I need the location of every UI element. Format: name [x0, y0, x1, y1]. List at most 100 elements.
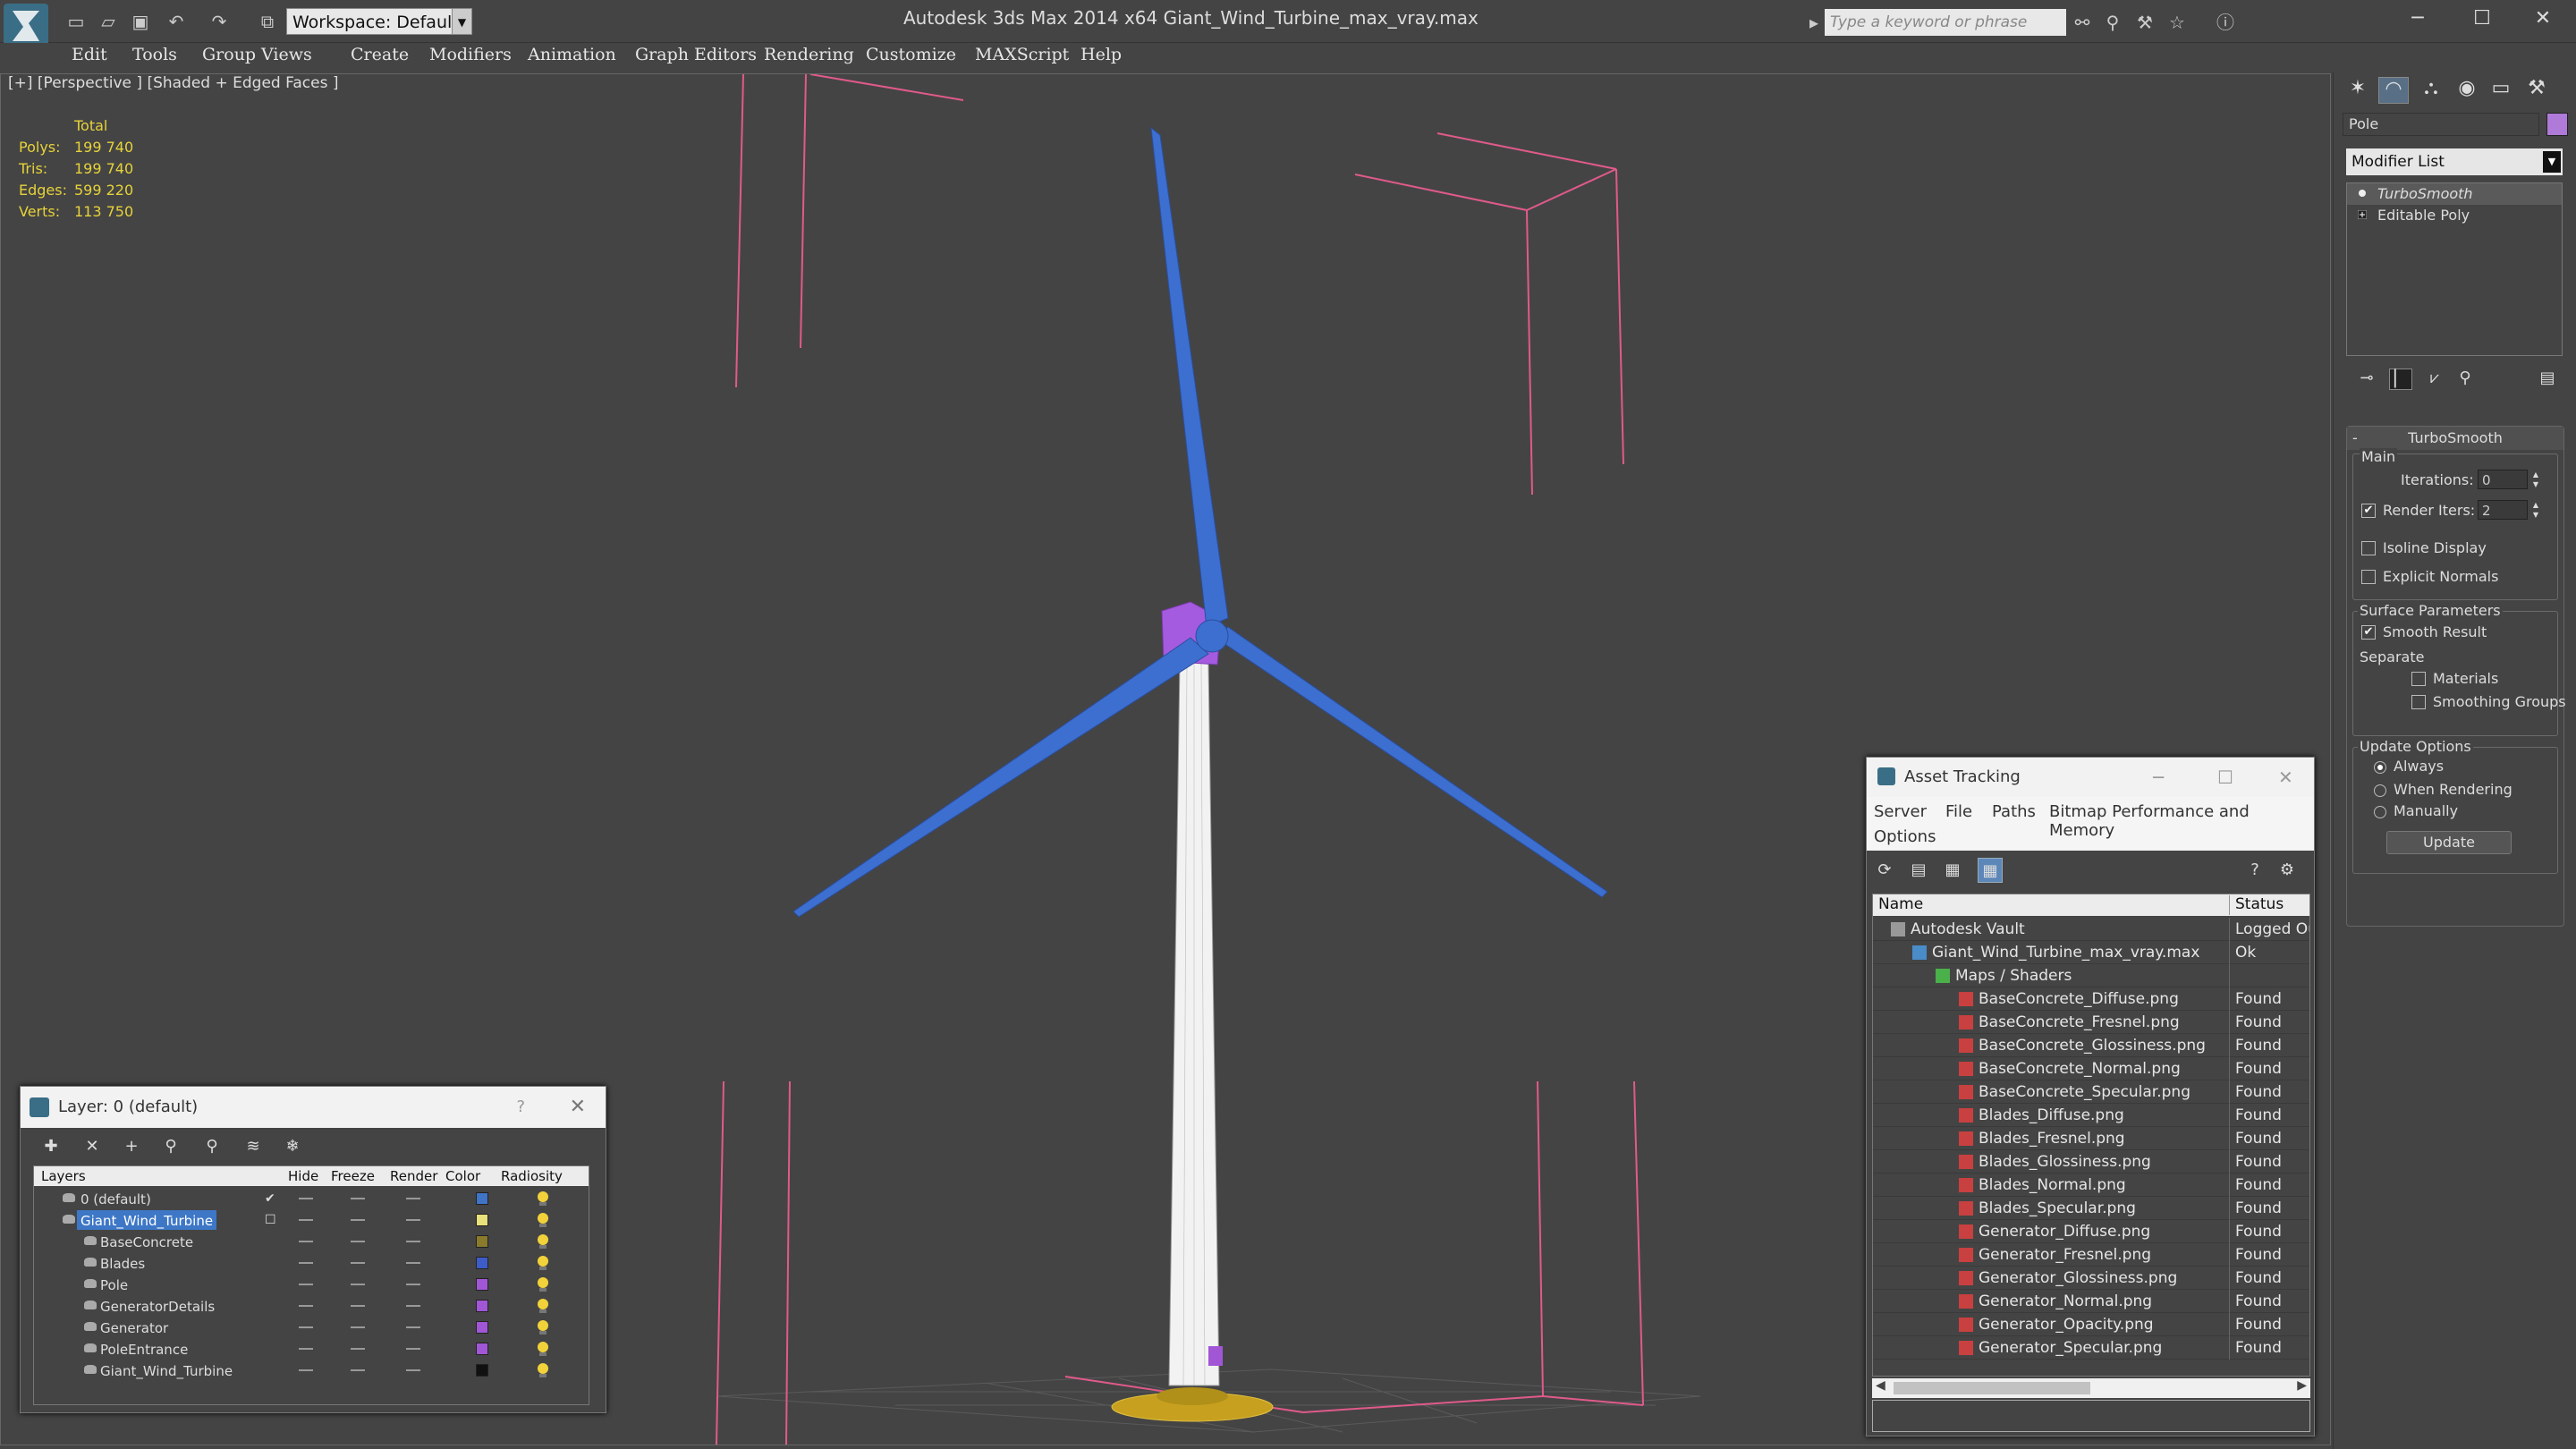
radiosity-lightbulb-icon[interactable]	[535, 1275, 551, 1293]
hide-toggle[interactable]	[299, 1305, 313, 1307]
binoculars-icon[interactable]: ⚯	[2070, 11, 2095, 34]
layer-name[interactable]: Pole	[97, 1275, 131, 1294]
radiosity-lightbulb-icon[interactable]	[535, 1211, 551, 1229]
new-file-icon[interactable]: ▭	[63, 9, 89, 34]
menu-item-server[interactable]: Server	[1874, 802, 1927, 821]
freeze-toggle[interactable]	[351, 1198, 365, 1199]
remove-modifier-icon[interactable]: ⚲	[2453, 369, 2477, 390]
asset-row[interactable]: Maps / Shaders	[1873, 964, 2309, 987]
column-header[interactable]: Status	[2229, 895, 2284, 915]
render-toggle[interactable]	[406, 1369, 420, 1371]
modifier-list-dropdown[interactable]: Modifier List ▼	[2346, 148, 2563, 175]
layer-name[interactable]: BaseConcrete	[97, 1232, 197, 1251]
freeze-toggle[interactable]	[351, 1241, 365, 1242]
always-radio[interactable]	[2374, 761, 2386, 774]
asset-row[interactable]: Generator_Diffuse.png Found	[1873, 1220, 2309, 1243]
layer-color-swatch[interactable]	[476, 1257, 488, 1269]
freeze-toggle[interactable]	[351, 1348, 365, 1350]
asset-row[interactable]: Generator_Fresnel.png Found	[1873, 1243, 2309, 1267]
current-layer-checkbox[interactable]: ✔	[265, 1188, 275, 1209]
save-icon[interactable]: ▣	[127, 9, 154, 34]
menu-item-modifiers[interactable]: Modifiers	[429, 45, 512, 64]
freeze-toggle[interactable]	[351, 1369, 365, 1371]
menu-item-animation[interactable]: Animation	[528, 45, 616, 64]
pin-stack-icon[interactable]: ⊸	[2355, 369, 2378, 390]
list-view-icon[interactable]: ▤	[1906, 858, 1931, 883]
menu-item-views[interactable]: Views	[261, 45, 312, 64]
render-iters-checkbox[interactable]: ✔	[2361, 504, 2376, 518]
layer-row[interactable]: GeneratorDetails	[34, 1295, 589, 1317]
column-header[interactable]: Freeze	[331, 1168, 375, 1184]
menu-item-options[interactable]: Options	[1874, 827, 1936, 846]
scroll-right-icon[interactable]: ▶	[2297, 1378, 2307, 1393]
render-toggle[interactable]	[406, 1348, 420, 1350]
asset-row[interactable]: Autodesk Vault Logged Ou	[1873, 918, 2309, 941]
layer-name[interactable]: Giant_Wind_Turbine	[97, 1360, 236, 1380]
layer-name[interactable]: GeneratorDetails	[97, 1296, 218, 1316]
menu-item-help[interactable]: Help	[1080, 45, 1122, 64]
layer-color-swatch[interactable]	[476, 1278, 488, 1291]
help-icon[interactable]: ⓘ	[2213, 11, 2238, 34]
column-header[interactable]: Radiosity	[501, 1168, 563, 1184]
explicit-normals-checkbox[interactable]	[2361, 570, 2376, 584]
layer-row[interactable]: Blades	[34, 1252, 589, 1274]
render-toggle[interactable]	[406, 1305, 420, 1307]
asset-row[interactable]: Giant_Wind_Turbine_max_vray.max Ok	[1873, 941, 2309, 964]
stack-item-turbosmooth[interactable]: TurboSmooth	[2347, 183, 2562, 205]
menu-item-file[interactable]: File	[1945, 802, 1972, 821]
hide-toggle[interactable]	[299, 1348, 313, 1350]
communication-center-icon[interactable]: ⚒	[2132, 11, 2157, 34]
freeze-toggle[interactable]	[351, 1284, 365, 1285]
asset-row[interactable]: BaseConcrete_Diffuse.png Found	[1873, 987, 2309, 1011]
redo-icon[interactable]: ↷	[206, 9, 233, 34]
column-header[interactable]: Hide	[288, 1168, 318, 1184]
search-input[interactable]: Type a keyword or phrase	[1825, 9, 2066, 36]
add-selected-icon[interactable]: +	[119, 1137, 144, 1160]
maximize-button[interactable]: ☐	[2449, 0, 2515, 38]
asset-row[interactable]: Generator_Specular.png Found	[1873, 1336, 2309, 1360]
menu-item-bitmap-performance[interactable]: Bitmap Performance and Memory	[2049, 802, 2314, 840]
app-logo-button[interactable]	[4, 4, 48, 48]
expand-plus-icon[interactable]	[2358, 210, 2367, 219]
object-name-field[interactable]: Pole	[2343, 113, 2539, 136]
menu-item-rendering[interactable]: Rendering	[764, 45, 854, 64]
table-view-icon[interactable]: ▦	[1940, 858, 1965, 883]
menu-item-edit[interactable]: Edit	[72, 45, 107, 64]
rollout-header[interactable]: - TurboSmooth	[2347, 427, 2563, 450]
layer-row[interactable]: Generator	[34, 1317, 589, 1338]
asset-row[interactable]: Blades_Diffuse.png Found	[1873, 1104, 2309, 1127]
asset-row[interactable]: Blades_Normal.png Found	[1873, 1174, 2309, 1197]
create-tab-icon[interactable]: ✶	[2343, 77, 2373, 104]
layer-window-titlebar[interactable]: Layer: 0 (default) ? ✕	[21, 1087, 606, 1128]
layer-color-swatch[interactable]	[476, 1192, 488, 1205]
hide-toggle[interactable]	[299, 1198, 313, 1199]
layer-row[interactable]: BaseConcrete	[34, 1231, 589, 1252]
refresh-icon[interactable]: ⟳	[1872, 858, 1897, 883]
radiosity-lightbulb-icon[interactable]	[535, 1190, 551, 1208]
layer-name[interactable]: Blades	[97, 1253, 148, 1273]
layer-row[interactable]: Giant_Wind_Turbine	[34, 1360, 589, 1381]
render-toggle[interactable]	[406, 1262, 420, 1264]
column-header[interactable]: Render	[390, 1168, 437, 1184]
asset-row[interactable]: Blades_Specular.png Found	[1873, 1197, 2309, 1220]
stack-item-editable-poly[interactable]: Editable Poly	[2347, 205, 2562, 226]
asset-row[interactable]: BaseConcrete_Specular.png Found	[1873, 1080, 2309, 1104]
freeze-toggle[interactable]	[351, 1219, 365, 1221]
layer-name[interactable]: Generator	[97, 1318, 172, 1337]
radiosity-lightbulb-icon[interactable]	[535, 1233, 551, 1250]
layer-row[interactable]: 0 (default) ✔	[34, 1188, 589, 1209]
materials-checkbox[interactable]	[2411, 672, 2426, 686]
configure-modifier-sets-icon[interactable]: ▤	[2536, 369, 2559, 390]
help-icon[interactable]: ?	[2242, 858, 2267, 883]
hide-toggle[interactable]	[299, 1262, 313, 1264]
spinner-arrows-icon[interactable]: ▲ ▼	[2529, 470, 2542, 489]
menu-item-create[interactable]: Create	[351, 45, 409, 64]
layer-row[interactable]: Pole	[34, 1274, 589, 1295]
help-button[interactable]: ?	[516, 1087, 525, 1128]
layer-color-swatch[interactable]	[476, 1321, 488, 1334]
menu-item-graph-editors[interactable]: Graph Editors	[635, 45, 757, 64]
radiosity-lightbulb-icon[interactable]	[535, 1254, 551, 1272]
show-end-result-icon[interactable]: ▏	[2389, 369, 2412, 390]
subscription-icon[interactable]: ⚲	[2100, 11, 2125, 34]
layer-color-swatch[interactable]	[476, 1364, 488, 1377]
